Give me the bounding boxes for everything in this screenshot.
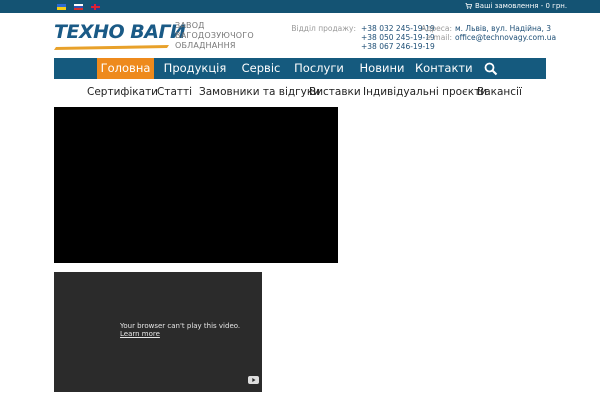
subnav-item-projects[interactable]: Індивідуальні проєкти xyxy=(363,86,487,98)
flag-ru-icon[interactable] xyxy=(74,4,83,10)
phone-2[interactable]: +38 050 245-19-19 xyxy=(361,33,435,42)
subnav-item-articles[interactable]: Статті xyxy=(157,86,192,98)
video-error-message: Your browser can't play this video. xyxy=(120,322,241,330)
main-nav: Головна Продукція Сервіс Послуги Новини … xyxy=(54,58,546,79)
learn-more-link[interactable]: Learn more xyxy=(120,330,160,338)
email-link[interactable]: office@technovagy.com.ua xyxy=(455,33,556,42)
nav-item-service[interactable]: Сервіс xyxy=(236,58,286,79)
subnav-item-exhibitions[interactable]: Виставки xyxy=(309,86,361,98)
address-label: Адреса: xyxy=(421,24,452,33)
tagline-line: ОБЛАДНАННЯ xyxy=(175,41,236,50)
search-icon[interactable] xyxy=(484,62,498,76)
address-value: м. Львів, вул. Надійна, 3 xyxy=(455,24,552,33)
top-bar: Ваші замовлення - 0 грн. xyxy=(0,0,600,13)
email-label: e-mail: xyxy=(426,33,452,42)
youtube-icon[interactable] xyxy=(248,376,259,384)
flag-ua-icon[interactable] xyxy=(57,4,66,10)
cart-icon[interactable] xyxy=(465,3,472,9)
video-player-2[interactable]: Your browser can't play this video. Lear… xyxy=(54,272,262,392)
subnav-item-vacancies[interactable]: Вакансії xyxy=(477,86,522,98)
subnav-item-clients[interactable]: Замовники та відгуки xyxy=(199,86,320,98)
phone-3[interactable]: +38 067 246-19-19 xyxy=(361,42,435,51)
nav-item-contacts[interactable]: Контакти xyxy=(415,58,473,79)
logo-tagline: ЗАВОД ВАГОДОЗУЮЧОГО ОБЛАДНАННЯ xyxy=(175,21,254,51)
nav-item-products[interactable]: Продукція xyxy=(160,58,230,79)
nav-item-services[interactable]: Послуги xyxy=(292,58,346,79)
video-player-1[interactable] xyxy=(54,107,338,263)
flag-uk-icon[interactable] xyxy=(91,4,100,10)
sales-label: Відділ продажу: xyxy=(291,24,356,33)
tagline-line: ЗАВОД xyxy=(175,21,205,30)
nav-item-news[interactable]: Новини xyxy=(355,58,409,79)
logo[interactable]: ТЕХНО ВАГИ xyxy=(54,21,186,43)
nav-item-home[interactable]: Головна xyxy=(97,58,154,79)
cart-summary-link[interactable]: Ваші замовлення - 0 грн. xyxy=(475,1,567,12)
subnav-item-certificates[interactable]: Сертифікати xyxy=(87,86,158,98)
tagline-line: ВАГОДОЗУЮЧОГО xyxy=(175,31,254,40)
